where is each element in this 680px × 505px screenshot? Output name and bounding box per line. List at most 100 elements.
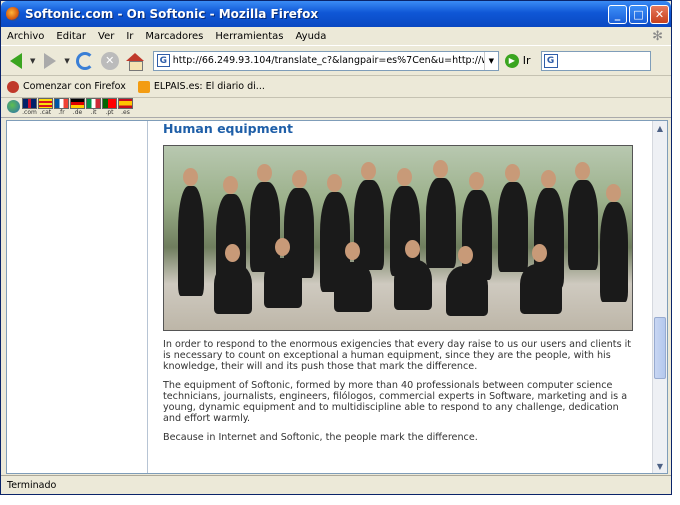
team-member	[600, 202, 628, 302]
page-heading: Human equipment	[163, 121, 294, 136]
forward-arrow-icon	[44, 52, 57, 69]
scroll-up-button[interactable]: ▲	[653, 121, 667, 135]
flag-pt[interactable]: .pt	[102, 98, 117, 116]
flag-es[interactable]: .es	[118, 98, 133, 116]
team-member-head	[345, 242, 360, 260]
home-button[interactable]	[124, 50, 146, 72]
browser-window: Softonic.com - On Softonic - Mozilla Fir…	[0, 0, 672, 495]
navigation-toolbar: ▼ ▼ ✕ G http://66.249.93.104/translate_c…	[1, 46, 671, 76]
bookmark-elpais[interactable]: ELPAIS.es: El diario di...	[137, 80, 265, 93]
menu-ver[interactable]: Ver	[98, 31, 114, 42]
rss-feed-icon	[137, 80, 150, 93]
team-member-head	[405, 240, 420, 258]
team-member	[498, 182, 528, 272]
portuguese-flag-icon	[102, 98, 117, 109]
flag-it[interactable]: .it	[86, 98, 101, 116]
menu-editar[interactable]: Editar	[56, 31, 86, 42]
paragraph-intro: In order to respond to the enormous exig…	[163, 339, 632, 372]
reload-icon	[75, 51, 94, 70]
team-member-head	[327, 174, 342, 192]
stop-button[interactable]: ✕	[99, 50, 121, 72]
forward-history-dropdown[interactable]: ▼	[64, 57, 69, 65]
menu-archivo[interactable]: Archivo	[7, 31, 44, 42]
team-member	[568, 180, 598, 270]
title-bar[interactable]: Softonic.com - On Softonic - Mozilla Fir…	[1, 1, 671, 27]
status-text: Terminado	[7, 479, 57, 491]
home-icon	[125, 52, 144, 71]
team-member-head	[532, 244, 547, 262]
team-member	[264, 258, 302, 308]
back-history-dropdown[interactable]: ▼	[30, 57, 35, 65]
scroll-thumb[interactable]	[654, 317, 666, 379]
go-label: Ir	[522, 54, 531, 67]
team-member-head	[223, 176, 238, 194]
reload-button[interactable]	[74, 50, 96, 72]
language-flags-bar: .com .cat .fr .de .it .pt .es	[1, 98, 671, 118]
page-content: Human equipment In order to respond to t…	[6, 120, 668, 474]
team-member-head	[183, 168, 198, 186]
firefox-bookmark-icon	[7, 80, 19, 93]
url-bar[interactable]: G http://66.249.93.104/translate_c?&lang…	[152, 50, 499, 71]
french-flag-icon	[54, 98, 69, 109]
team-member	[394, 260, 432, 310]
go-button[interactable]: ▶ Ir	[504, 53, 531, 68]
team-member-head	[275, 238, 290, 256]
google-search-icon[interactable]: G	[543, 53, 558, 68]
maximize-button[interactable]: □	[629, 4, 648, 24]
team-member	[178, 186, 204, 296]
flag-de[interactable]: .de	[70, 98, 85, 116]
back-arrow-icon	[10, 52, 22, 69]
team-member	[334, 262, 372, 312]
bookmarks-toolbar: Comenzar con Firefox ELPAIS.es: El diari…	[1, 76, 671, 98]
team-member-head	[606, 184, 621, 202]
back-button[interactable]	[5, 50, 27, 72]
url-dropdown-button[interactable]: ▼	[483, 51, 498, 70]
spanish-flag-icon	[118, 98, 133, 109]
team-member	[446, 266, 488, 316]
team-member-head	[458, 246, 473, 264]
throbber-icon: ✻	[652, 28, 663, 44]
bookmark-label: ELPAIS.es: El diario di...	[153, 81, 265, 92]
minimize-button[interactable]: _	[608, 4, 627, 24]
team-member-head	[469, 172, 484, 190]
menu-herramientas[interactable]: Herramientas	[215, 31, 283, 42]
paragraph-closing: Because in Internet and Softonic, the pe…	[163, 432, 478, 443]
search-input[interactable]: G	[540, 50, 651, 71]
german-flag-icon	[70, 98, 85, 109]
team-member-head	[292, 170, 307, 188]
team-member-head	[397, 168, 412, 186]
catalan-flag-icon	[38, 98, 53, 109]
menu-marcadores[interactable]: Marcadores	[145, 31, 203, 42]
team-member-head	[361, 162, 376, 180]
window-title: Softonic.com - On Softonic - Mozilla Fir…	[25, 7, 319, 21]
scroll-down-button[interactable]: ▼	[653, 459, 667, 473]
flag-cat[interactable]: .cat	[38, 98, 53, 116]
main-article: Human equipment In order to respond to t…	[163, 121, 637, 443]
team-member-head	[225, 244, 240, 262]
globe-icon[interactable]	[7, 100, 20, 113]
bookmark-label: Comenzar con Firefox	[23, 81, 126, 92]
team-member-head	[433, 160, 448, 178]
status-bar: Terminado	[1, 475, 671, 494]
go-arrow-icon: ▶	[504, 53, 519, 68]
flag-fr[interactable]: .fr	[54, 98, 69, 116]
menu-ayuda[interactable]: Ayuda	[296, 31, 327, 42]
flag-uk[interactable]: .com	[22, 98, 37, 116]
team-member	[520, 264, 562, 314]
team-member-head	[541, 170, 556, 188]
stop-icon: ✕	[100, 51, 119, 70]
firefox-icon	[6, 7, 20, 21]
team-member	[354, 180, 384, 270]
team-member	[214, 264, 252, 314]
team-member-head	[505, 164, 520, 182]
team-member-head	[575, 162, 590, 180]
italian-flag-icon	[86, 98, 101, 109]
vertical-scrollbar[interactable]: ▲ ▼	[652, 121, 667, 473]
url-text[interactable]: http://66.249.93.104/translate_c?&langpa…	[173, 55, 484, 66]
menu-ir[interactable]: Ir	[126, 31, 133, 42]
close-button[interactable]: ✕	[650, 4, 669, 24]
team-member-head	[257, 164, 272, 182]
forward-button[interactable]	[39, 50, 61, 72]
page-favicon-icon: G	[156, 54, 170, 67]
bookmark-comenzar-con-firefox[interactable]: Comenzar con Firefox	[7, 80, 126, 93]
